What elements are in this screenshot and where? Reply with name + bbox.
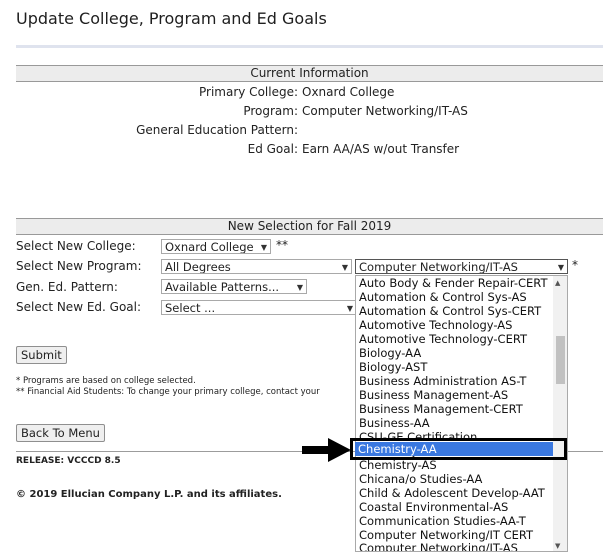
- ed-goal-label: Ed Goal:: [247, 142, 298, 156]
- list-item[interactable]: Automotive Technology-AS: [359, 319, 512, 332]
- list-item[interactable]: Communication Studies-AA-T: [359, 515, 526, 528]
- header-rule: [16, 45, 603, 48]
- list-item[interactable]: Automation & Control Sys-CERT: [359, 305, 541, 318]
- program-value: Computer Networking/IT-AS: [302, 104, 468, 118]
- copyright-text: © 2019 Ellucian Company L.P. and its aff…: [16, 489, 282, 500]
- back-to-menu-button[interactable]: Back To Menu: [16, 424, 105, 442]
- new-selection-heading: New Selection for Fall 2019: [16, 218, 603, 235]
- program-list-value: Computer Networking/IT-AS: [359, 260, 518, 274]
- ged-pattern-label: General Education Pattern:: [136, 123, 298, 137]
- list-item[interactable]: Business Management-AS: [359, 389, 508, 402]
- program-list-select[interactable]: Computer Networking/IT-AS ▼: [355, 259, 568, 274]
- list-item[interactable]: Chicana/o Studies-AA: [359, 473, 482, 486]
- dropdown-scrollbar[interactable]: [553, 276, 567, 551]
- ed-goal-select[interactable]: Select ... ▼: [161, 300, 357, 315]
- note-financial-aid: ** Financial Aid Students: To change you…: [16, 387, 320, 397]
- chevron-down-icon: ▼: [346, 304, 353, 313]
- primary-college-value: Oxnard College: [302, 85, 395, 99]
- ed-goal-select-value: Select ...: [165, 301, 216, 315]
- list-item[interactable]: Business-AA: [359, 417, 430, 430]
- program-required-mark: *: [572, 258, 578, 272]
- program-type-select[interactable]: All Degrees ▼: [161, 259, 352, 274]
- note-programs: * Programs are based on college selected…: [16, 376, 196, 386]
- program-type-value: All Degrees: [165, 260, 231, 274]
- ged-pattern-select-label: Gen. Ed. Pattern:: [16, 280, 118, 294]
- college-select-value: Oxnard College: [165, 240, 254, 254]
- chevron-down-icon: ▼: [296, 283, 303, 292]
- chevron-down-icon: ▼: [557, 263, 564, 272]
- scroll-up-icon[interactable]: ▲: [555, 279, 560, 287]
- college-select[interactable]: Oxnard College ▼: [161, 239, 271, 254]
- page-title: Update College, Program and Ed Goals: [16, 9, 327, 28]
- highlight-box: [350, 438, 567, 460]
- ed-goal-value: Earn AA/AS w/out Transfer: [302, 142, 460, 156]
- list-item[interactable]: Biology-AST: [359, 361, 427, 374]
- college-required-mark: **: [276, 238, 288, 252]
- select-program-label: Select New Program:: [16, 259, 142, 273]
- ged-pattern-select[interactable]: Available Patterns... ▼: [161, 279, 307, 294]
- ged-pattern-select-value: Available Patterns...: [165, 280, 280, 294]
- list-item[interactable]: Automotive Technology-CERT: [359, 333, 527, 346]
- release-label: RELEASE: VCCCD 8.5: [16, 456, 121, 466]
- list-item[interactable]: Biology-AA: [359, 347, 421, 360]
- submit-button[interactable]: Submit: [16, 346, 67, 364]
- list-item[interactable]: Auto Body & Fender Repair-CERT: [359, 277, 547, 290]
- current-info-heading: Current Information: [16, 65, 603, 82]
- list-item[interactable]: Business Management-CERT: [359, 403, 523, 416]
- list-item[interactable]: Coastal Environmental-AS: [359, 501, 508, 514]
- primary-college-label: Primary College:: [199, 85, 298, 99]
- arrow-pointer-icon: [302, 438, 351, 462]
- scroll-down-icon[interactable]: ▼: [555, 542, 560, 550]
- list-item[interactable]: Computer Networking/IT-AS: [359, 542, 518, 552]
- select-college-label: Select New College:: [16, 239, 136, 253]
- select-goal-label: Select New Ed. Goal:: [16, 300, 142, 314]
- dropdown-scrollbar-thumb[interactable]: [556, 336, 565, 384]
- program-label: Program:: [243, 104, 298, 118]
- chevron-down-icon: ▼: [260, 243, 267, 252]
- list-item[interactable]: Chemistry-AS: [359, 459, 437, 472]
- program-dropdown-list[interactable]: Auto Body & Fender Repair-CERT Automatio…: [355, 275, 568, 552]
- list-item[interactable]: Child & Adolescent Develop-AAT: [359, 487, 545, 500]
- chevron-down-icon: ▼: [341, 263, 348, 272]
- list-item[interactable]: Automation & Control Sys-AS: [359, 291, 527, 304]
- list-item[interactable]: Business Administration AS-T: [359, 375, 526, 388]
